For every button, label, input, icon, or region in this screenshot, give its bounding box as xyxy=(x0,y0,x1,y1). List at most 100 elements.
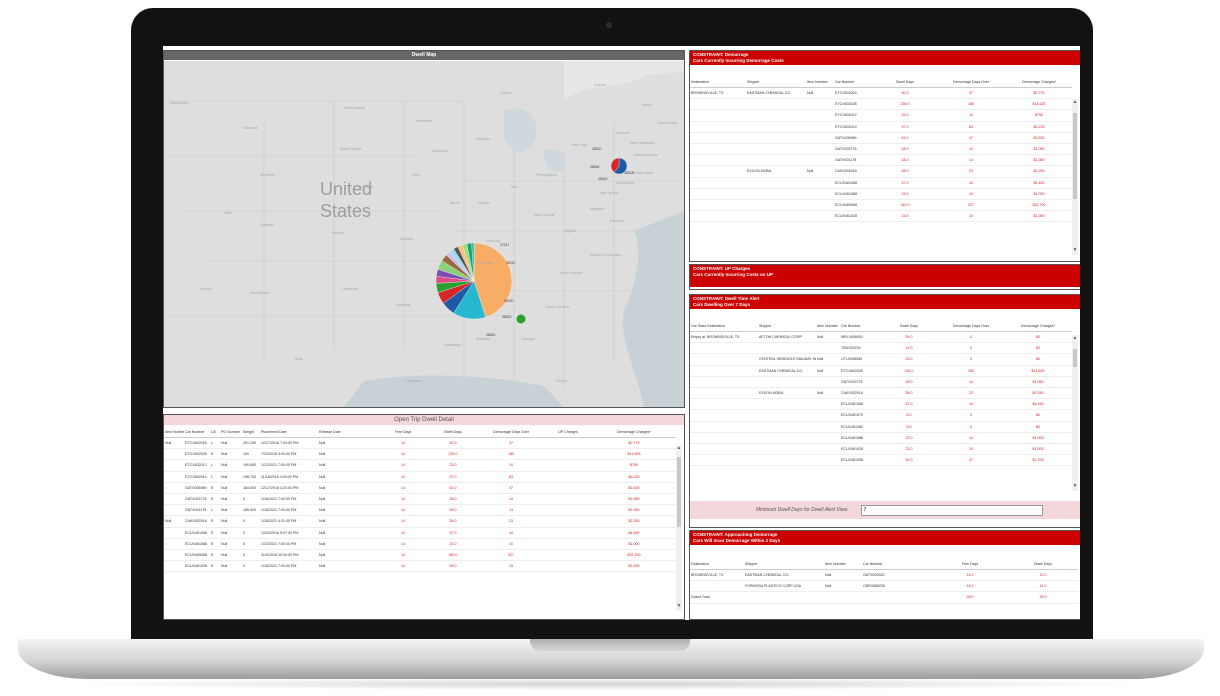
column-header[interactable]: UP Charges xyxy=(544,427,592,438)
table-row[interactable]: Empty at DestBROWNSVILLE, TXAFTON CHEMIC… xyxy=(690,331,1072,344)
column-header[interactable]: Destination xyxy=(690,559,744,570)
column-header[interactable]: Demurrage Days Over xyxy=(478,427,544,438)
column-header[interactable]: Dwell Days xyxy=(428,427,478,438)
table-row[interactable]: GATX001178 L Null 185,900 1/16/2021 7:00:00 … xyxy=(164,504,676,517)
map-canvas[interactable]: United States Montana North Dakota Minne… xyxy=(164,61,684,407)
table-row[interactable]: EXXON MOBIL Null CAKX002016 38.0 23 $2,250 xyxy=(690,165,1072,178)
table-cell: E xyxy=(210,538,220,550)
table-row[interactable]: ECUX469068 E Null 0 3/10/2016 10:00:00 PM Nul… xyxy=(164,549,676,562)
table-row[interactable]: GATX006989 E Null 184,000 12/17/2016 3:20:00… xyxy=(164,482,676,494)
column-header[interactable]: Dwell Days xyxy=(880,321,938,332)
scroll-thumb[interactable] xyxy=(1073,349,1077,367)
column-header[interactable]: Free Days xyxy=(378,427,428,438)
scroll-down-icon[interactable]: ▼ xyxy=(676,603,682,609)
table-row[interactable]: BROWNSVILLE, TX EASTMAN CHEMICAL CO. Null E… xyxy=(690,87,1072,100)
table-row[interactable]: ECUX461070 8.0 0 $0 xyxy=(690,409,1072,422)
table-row[interactable]: TBDX00234 19.0 0 $0 xyxy=(690,342,1072,355)
table-row[interactable]: ETCX602012 L Null 190,850 1/22/2021 7:00:00 … xyxy=(164,459,676,472)
table-row[interactable]: Null CAKX002016 E Null 0 1/15/2021 4:31:00 PM… xyxy=(164,515,676,528)
table-row[interactable]: ECUX461088 23.0 10 $1,000 xyxy=(690,188,1072,200)
table-row[interactable]: ETCX602028 230.0 180 $14,625 xyxy=(690,98,1072,111)
table-row[interactable]: ETCX602012 23.0 10 $750 xyxy=(690,109,1072,122)
scroll-up-icon[interactable]: ▲ xyxy=(676,445,682,451)
column-header[interactable]: Dwell Days xyxy=(874,77,936,88)
table-row[interactable]: ECUX461068 57.0 44 $4,450 xyxy=(690,177,1072,189)
column-header[interactable]: Car Number xyxy=(840,321,880,332)
table-row[interactable]: GATX006989 61.0 47 $3,525 xyxy=(690,132,1072,144)
table-cell: ECUX469068 xyxy=(184,549,210,562)
column-header[interactable]: Car Status xyxy=(690,321,706,332)
table-row[interactable]: ECUX461088 23.0 10 $1,000 xyxy=(690,432,1072,444)
table-row[interactable]: ECUX461058 50.0 37 $2,700 xyxy=(690,454,1072,467)
column-header[interactable]: Demurrage Days Over xyxy=(938,321,1004,332)
table-row[interactable]: ECUX461028 23.0 10 $1,000 xyxy=(690,210,1072,223)
table-row[interactable]: ECUX461028 23.0 10 $1,000 xyxy=(690,443,1072,456)
table-row[interactable]: ECUX461088 E Null 0 1/22/2021 7:00:00 PM Null… xyxy=(164,538,676,550)
table-row[interactable]: GATX003778 28.0 14 $1,050 xyxy=(690,143,1072,156)
table-row[interactable]: ECUX461082 8.0 0 $0 xyxy=(690,421,1072,433)
column-header[interactable]: Free Days xyxy=(932,559,1008,570)
table-cell xyxy=(706,342,758,355)
scroll-thumb[interactable] xyxy=(1073,113,1077,199)
column-header[interactable]: Weight xyxy=(242,427,260,438)
column-header[interactable]: Shipper xyxy=(744,559,824,570)
column-header[interactable]: Item Number xyxy=(824,559,862,570)
table-row[interactable]: GATX001178 28.0 14 $1,050 xyxy=(690,154,1072,167)
open-trip-scrollbar[interactable]: ▲ ▼ xyxy=(676,445,682,611)
demurrage-scrollbar[interactable]: ▲ ▼ xyxy=(1072,99,1078,255)
column-header[interactable]: Car Number xyxy=(184,427,210,438)
scroll-up-icon[interactable]: ▲ xyxy=(1072,335,1078,341)
column-header[interactable]: Demurrage Days Over xyxy=(936,77,1006,88)
column-header[interactable]: Shipper xyxy=(746,77,806,88)
min-dwell-days-input[interactable] xyxy=(860,504,1043,516)
pie-chart-small[interactable] xyxy=(516,314,526,324)
table-cell: GATX006989 xyxy=(184,482,210,494)
table-row[interactable]: ECUX469068 340.0 327 $32,700 xyxy=(690,199,1072,212)
pie-chart-south[interactable] xyxy=(435,242,513,320)
region-label: Texas xyxy=(294,357,304,361)
column-header[interactable]: Demurrage Charges* xyxy=(592,427,676,438)
table-row[interactable]: GATX003778 E Null 0 1/16/2021 7:00:00 PM Null… xyxy=(164,493,676,506)
table-row[interactable]: BROWNSVILLE, TX EASTMAN CHEMICAL CO. Null G… xyxy=(690,569,1078,582)
table-row[interactable]: ECUX461028 E Null 0 1/16/2021 7:00:00 PM Null… xyxy=(164,560,676,573)
table-cell: 14 xyxy=(938,376,1004,388)
table-row[interactable]: ECUX461068 E Null 0 12/20/2016 5:47:00 PM Nul… xyxy=(164,527,676,539)
column-header[interactable]: Car Number xyxy=(834,77,874,88)
table-row[interactable]: ETCX602014 L Null 198,700 11/18/2016 4:00:00… xyxy=(164,471,676,483)
column-header[interactable]: Dwell Days xyxy=(1008,559,1078,570)
table-row[interactable]: Grand Total 28.0 26.0 xyxy=(690,591,1078,604)
table-row[interactable]: GATX003778 28.0 14 $1,050 xyxy=(690,376,1072,388)
table-row[interactable]: ETCX602028 E Null 100 7/22/2016 3:00:00 PM Nu… xyxy=(164,448,676,461)
scroll-thumb[interactable] xyxy=(677,457,681,527)
column-header[interactable]: Demurrage Charges* xyxy=(1006,77,1072,88)
table-cell: BROWNSVILLE, TX xyxy=(690,569,744,582)
table-cell: ECUX461028 xyxy=(184,560,210,573)
table-cell: 26.0 xyxy=(1008,591,1078,604)
scroll-up-icon[interactable]: ▲ xyxy=(1072,99,1078,105)
table-cell xyxy=(544,448,592,461)
column-header[interactable]: Item Number xyxy=(806,77,834,88)
table-row[interactable]: CENTRAL SEMINOLE RAILWAY INC Null UTLX0080… xyxy=(690,353,1072,366)
column-header[interactable]: Demurrage Charges* xyxy=(1004,321,1072,332)
column-header[interactable]: Item Number xyxy=(164,427,184,438)
column-header[interactable]: Destination xyxy=(706,321,758,332)
column-header[interactable]: Placement Date xyxy=(260,427,318,438)
column-header[interactable]: Shipper xyxy=(758,321,816,332)
column-header[interactable]: PO Number xyxy=(220,427,242,438)
table-cell xyxy=(758,409,816,422)
column-header[interactable]: Destination xyxy=(690,77,746,88)
dwell-alert-scrollbar[interactable]: ▲ ▼ xyxy=(1072,335,1078,491)
table-row[interactable]: EXXON MOBIL Null CAKX002016 38.0 23 $2,250 xyxy=(690,387,1072,400)
table-row[interactable]: Null ETCX602016 L Null 201,150 12/27/2016 7:0… xyxy=(164,437,676,450)
table-row[interactable]: FORMOSA PLASTICS CORP USA Null CBRX985230 1… xyxy=(690,580,1078,593)
scroll-down-icon[interactable]: ▼ xyxy=(1072,247,1078,253)
column-header[interactable]: L/E xyxy=(210,427,220,438)
scroll-down-icon[interactable]: ▼ xyxy=(1072,483,1078,489)
column-header[interactable]: Release Date xyxy=(318,427,378,438)
table-cell: $1,000 xyxy=(1004,432,1072,444)
table-row[interactable]: EASTMAN CHEMICAL CO. Null ETCX602028 230.0 1… xyxy=(690,365,1072,377)
column-header[interactable]: Car Number xyxy=(862,559,932,570)
table-row[interactable]: ECUX461068 57.0 44 $4,450 xyxy=(690,398,1072,411)
column-header[interactable]: Item Number xyxy=(816,321,840,332)
table-row[interactable]: ETCX602014 97.0 83 $6,225 xyxy=(690,121,1072,133)
